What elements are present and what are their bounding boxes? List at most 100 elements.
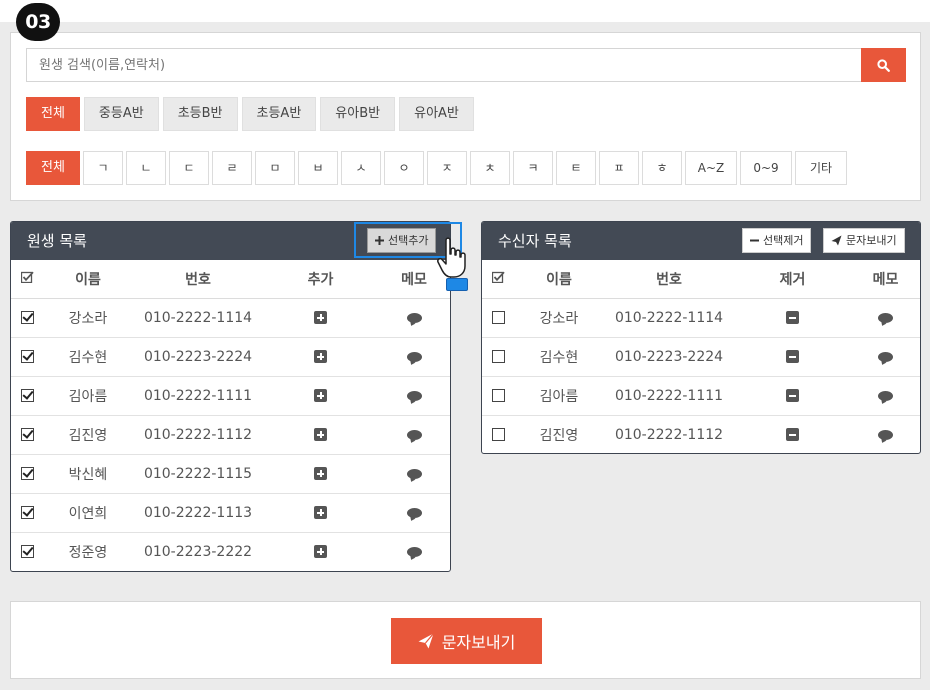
initial-filter-giyeok[interactable]: ㄱ [83, 151, 123, 185]
add-icon[interactable] [314, 311, 327, 324]
initial-filter-hieut[interactable]: ㅎ [642, 151, 682, 185]
initial-filter-etc[interactable]: 기타 [795, 151, 847, 185]
student-name: 김아름 [43, 376, 133, 416]
minus-icon [750, 239, 759, 242]
class-filter-kinder-b[interactable]: 유아B반 [320, 97, 396, 131]
recipient-name: 김수현 [514, 337, 604, 377]
initial-filter-tieut[interactable]: ㅌ [556, 151, 596, 185]
remove-cell [734, 415, 851, 453]
class-filter-elementary-b[interactable]: 초등B반 [162, 97, 238, 131]
class-filter-elementary-a[interactable]: 초등A반 [241, 97, 317, 131]
add-cell [263, 415, 378, 455]
add-icon[interactable] [314, 545, 327, 559]
student-name: 김수현 [43, 337, 133, 377]
memo-icon[interactable] [878, 351, 893, 362]
memo-icon[interactable] [406, 507, 422, 518]
remove-selected-button[interactable]: 선택제거 [742, 228, 812, 253]
recipient-number: 010-2222-1112 [614, 426, 724, 443]
initial-filter-kieuk[interactable]: ㅋ [513, 151, 553, 185]
row-checkbox-cell[interactable] [11, 337, 43, 377]
add-icon[interactable] [314, 506, 327, 519]
row-checkbox[interactable] [20, 428, 34, 441]
memo-cell [378, 454, 450, 494]
initial-filter-mieum[interactable]: ㅁ [255, 151, 295, 185]
select-all-cell[interactable] [11, 260, 43, 299]
row-checkbox-cell[interactable] [11, 415, 43, 455]
row-checkbox[interactable] [20, 389, 34, 402]
row-checkbox[interactable] [491, 428, 505, 442]
drag-handle[interactable] [446, 278, 468, 291]
remove-icon[interactable] [786, 311, 799, 324]
row-checkbox[interactable] [491, 389, 505, 402]
initial-filter-digit[interactable]: 0~9 [740, 151, 792, 185]
add-icon[interactable] [314, 350, 327, 363]
select-all-cell[interactable] [482, 260, 514, 299]
remove-icon[interactable] [786, 350, 799, 363]
initial-filter-nieun[interactable]: ㄴ [126, 151, 166, 185]
initial-filter-bieup[interactable]: ㅂ [298, 151, 338, 185]
search-button[interactable] [861, 48, 906, 82]
initial-filter-alpha[interactable]: A~Z [685, 151, 737, 185]
row-checkbox-cell[interactable] [482, 415, 514, 453]
memo-cell [378, 493, 450, 533]
row-checkbox-cell[interactable] [482, 337, 514, 377]
send-message-small-label: 문자보내기 [846, 234, 897, 247]
row-checkbox-cell[interactable] [11, 376, 43, 416]
initial-filter-digeut[interactable]: ㄷ [169, 151, 209, 185]
row-checkbox[interactable] [491, 350, 505, 363]
memo-cell [851, 298, 920, 338]
table-row: 김진영 010-2222-1112 [482, 415, 920, 453]
initial-filter-rieul[interactable]: ㄹ [212, 151, 252, 185]
row-checkbox[interactable] [20, 350, 34, 363]
row-checkbox[interactable] [20, 545, 34, 559]
memo-cell [851, 337, 920, 377]
initial-filter-jieut[interactable]: ㅈ [427, 151, 467, 185]
memo-icon[interactable] [878, 429, 893, 440]
send-message-button[interactable]: 문자보내기 [391, 618, 542, 664]
row-checkbox[interactable] [20, 467, 34, 480]
memo-icon[interactable] [878, 390, 893, 401]
memo-cell [378, 298, 450, 338]
initial-filter-pieup[interactable]: ㅍ [599, 151, 639, 185]
row-checkbox[interactable] [20, 311, 34, 324]
paper-plane-icon [831, 235, 842, 246]
row-checkbox-cell[interactable] [11, 298, 43, 338]
memo-icon[interactable] [878, 312, 893, 323]
step-badge: 03 [16, 3, 60, 41]
search-icon [877, 58, 890, 72]
row-checkbox-cell[interactable] [11, 454, 43, 494]
class-filter-middle-a[interactable]: 중등A반 [83, 97, 159, 131]
class-filter-kinder-a[interactable]: 유아A반 [399, 97, 474, 131]
check-all-icon [20, 271, 34, 283]
remove-icon[interactable] [786, 389, 799, 402]
table-row: 김아름 010-2222-1111 [482, 376, 920, 416]
memo-icon[interactable] [406, 312, 422, 323]
paper-plane-icon [418, 633, 434, 649]
row-checkbox[interactable] [491, 311, 505, 324]
recipient-name: 강소라 [514, 298, 604, 338]
remove-icon[interactable] [786, 428, 799, 442]
initial-filter-ieung[interactable]: ㅇ [384, 151, 424, 185]
add-icon[interactable] [314, 467, 327, 480]
memo-icon[interactable] [406, 390, 422, 401]
memo-icon[interactable] [406, 546, 422, 557]
memo-icon[interactable] [406, 429, 422, 440]
initial-filter-chieut[interactable]: ㅊ [470, 151, 510, 185]
row-checkbox[interactable] [20, 506, 34, 519]
send-message-small-button[interactable]: 문자보내기 [823, 228, 905, 253]
initial-filter-siot[interactable]: ㅅ [341, 151, 381, 185]
recipient-number: 010-2222-1111 [604, 376, 734, 416]
memo-icon[interactable] [406, 468, 422, 479]
row-checkbox-cell[interactable] [482, 376, 514, 416]
memo-icon[interactable] [406, 351, 422, 362]
row-checkbox-cell[interactable] [11, 493, 43, 533]
add-icon[interactable] [314, 389, 327, 402]
search-input[interactable] [26, 48, 862, 82]
row-checkbox-cell[interactable] [11, 532, 43, 571]
add-icon[interactable] [314, 428, 327, 441]
row-checkbox-cell[interactable] [482, 298, 514, 338]
table-row: 정준영 010-2223-2222 [11, 532, 450, 571]
initial-filter-all[interactable]: 전체 [26, 151, 80, 185]
class-filter-all[interactable]: 전체 [26, 97, 80, 131]
table-row: 김아름 010-2222-1111 [11, 376, 450, 416]
